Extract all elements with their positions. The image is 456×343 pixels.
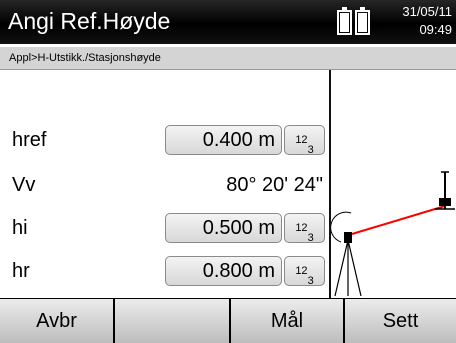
hr-label: hr [12,260,30,282]
tripod-icon [331,211,362,297]
keypad-sub: 3 [307,144,314,156]
hr-keypad-button[interactable]: 123 [284,256,325,287]
href-label: href [12,129,47,151]
title-bar: Angi Ref.Høyde 31/05/11 09:49 [0,0,456,44]
keypad-sup: 12 [295,265,308,277]
hi-keypad-button[interactable]: 123 [284,213,325,244]
keypad-sup: 12 [295,222,308,234]
keypad-sup: 12 [295,134,308,146]
hr-input[interactable]: 0.800 m [165,256,282,286]
status-date: 31/05/11 [402,4,452,19]
target-pole-icon [435,171,455,210]
instrument-beam-diagram [331,171,455,297]
set-button[interactable]: Sett [345,299,456,343]
empty-softkey[interactable] [115,299,229,343]
battery-icon [337,7,370,35]
vv-label: Vv [12,174,36,196]
keypad-sub: 3 [307,232,314,244]
keypad-sub: 3 [307,275,314,287]
href-input[interactable]: 0.400 m [165,125,282,155]
vv-value: 80° 20' 24" [226,174,323,196]
hi-input[interactable]: 0.500 m [165,213,282,243]
status-time: 09:49 [419,22,452,37]
softkey-bar: Avbr Mål Sett [0,298,456,343]
measure-button[interactable]: Mål [231,299,343,343]
cancel-button[interactable]: Avbr [0,299,113,343]
hi-label: hi [12,217,28,239]
breadcrumb: Appl>H-Utstikk./Stasjonshøyde [0,47,456,69]
href-keypad-button[interactable]: 123 [284,125,325,156]
page-title: Angi Ref.Høyde [8,8,171,34]
laser-beam [351,205,446,235]
